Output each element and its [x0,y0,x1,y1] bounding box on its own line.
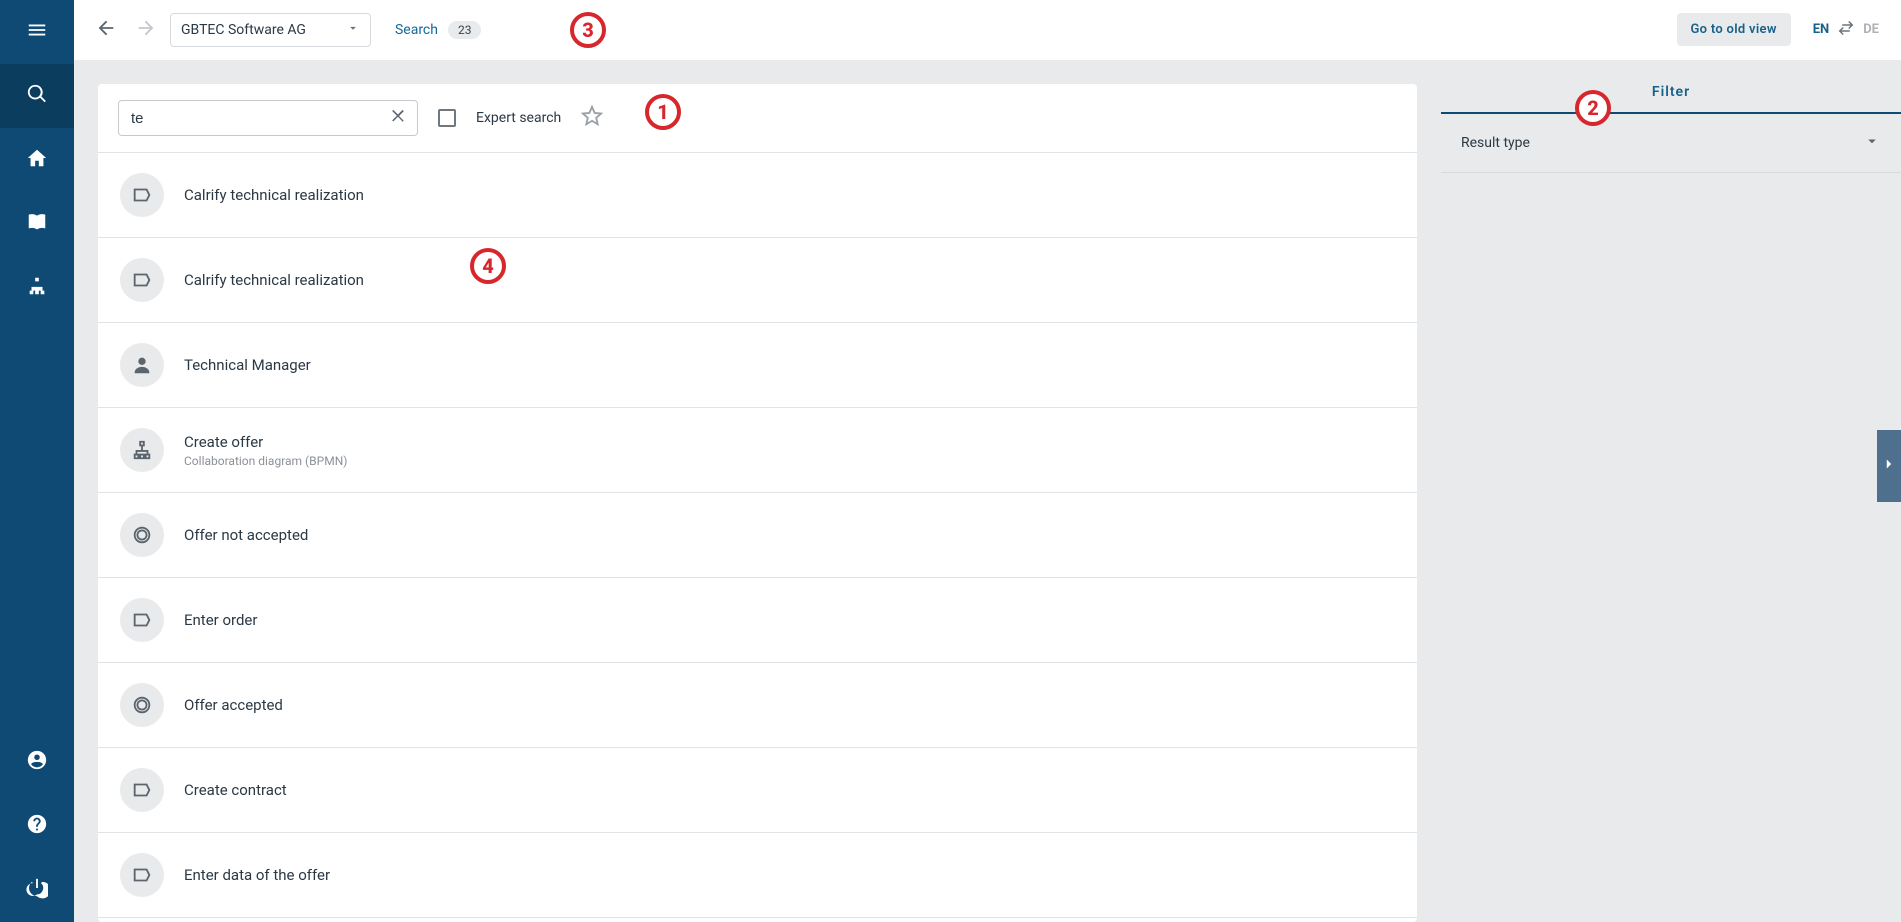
result-text: Offer not accepted [184,526,308,544]
rail-search[interactable] [0,64,74,128]
go-to-old-view-button[interactable]: Go to old view [1677,13,1791,46]
arrow-right-icon [135,17,157,43]
nav-forward-button[interactable] [130,14,162,46]
nav-back-button[interactable] [90,14,122,46]
result-title: Offer not accepted [184,526,308,544]
left-rail [0,0,74,922]
result-type-icon [120,683,164,727]
rail-hierarchy[interactable] [0,256,74,320]
result-row[interactable]: Enter data of the offer [98,833,1417,918]
result-text: Enter data of the offer [184,866,330,884]
arrow-left-icon [95,17,117,43]
chevron-down-icon [1863,132,1881,154]
clear-search-button[interactable] [387,106,411,130]
menu-button[interactable] [0,0,74,64]
result-type-icon [120,853,164,897]
result-title: Create offer [184,433,347,451]
search-row: Expert search [98,84,1417,153]
result-text: Calrify technical realization [184,271,364,289]
result-text: Offer accepted [184,696,283,714]
star-icon [581,115,603,131]
filter-section-result-type[interactable]: Result type [1441,114,1901,173]
result-title: Enter data of the offer [184,866,330,884]
result-title: Offer accepted [184,696,283,714]
result-text: Create offer Collaboration diagram (BPMN… [184,433,347,468]
result-type-icon [120,173,164,217]
rail-account[interactable] [0,730,74,794]
hierarchy-icon [26,275,48,301]
collapse-handle[interactable] [1877,430,1901,502]
result-title: Create contract [184,781,287,799]
result-type-icon [120,258,164,302]
breadcrumb-label: Search [395,22,438,38]
rail-power[interactable] [0,858,74,922]
result-title: Enter order [184,611,257,629]
results-list[interactable]: Calrify technical realization Calrify te… [98,153,1417,922]
result-row[interactable]: Calrify technical realization [98,238,1417,323]
result-type-icon [120,343,164,387]
result-title: Calrify technical realization [184,271,364,289]
expert-search-label: Expert search [476,110,561,126]
close-icon [390,107,408,129]
result-text: Enter order [184,611,257,629]
result-title: Technical Manager [184,356,311,374]
breadcrumb[interactable]: Search 23 [395,21,482,39]
power-icon [26,877,48,903]
result-type-icon [120,768,164,812]
rail-help[interactable] [0,794,74,858]
topbar: GBTEC Software AG Search 23 Go to old vi… [74,0,1901,60]
lang-de[interactable]: DE [1863,22,1879,37]
result-text: Technical Manager [184,356,311,374]
book-icon [26,211,48,237]
favorite-search-button[interactable] [581,105,603,131]
result-type-icon [120,598,164,642]
filter-panel: Filter Result type [1441,60,1901,922]
swap-icon[interactable] [1835,19,1857,41]
workspace-select[interactable]: GBTEC Software AG [170,13,371,47]
lang-en[interactable]: EN [1813,22,1830,37]
chevron-right-icon [1880,455,1898,477]
filter-tabs: Filter [1441,84,1901,114]
account-icon [26,749,48,775]
result-row[interactable]: Enter order [98,578,1417,663]
result-row[interactable]: Create contract [98,748,1417,833]
result-text: Calrify technical realization [184,186,364,204]
breadcrumb-count: 23 [448,21,482,39]
rail-catalog[interactable] [0,192,74,256]
result-type-icon [120,428,164,472]
result-row[interactable]: Create offer Collaboration diagram (BPMN… [98,408,1417,493]
caret-down-icon [346,21,360,39]
home-icon [26,147,48,173]
rail-home[interactable] [0,128,74,192]
filter-tab[interactable]: Filter [1652,84,1690,100]
workspace-name: GBTEC Software AG [181,22,306,38]
menu-icon [26,19,48,45]
result-row[interactable]: Calrify technical realization [98,153,1417,238]
workspace: Expert search Calrify technical realizat… [74,60,1901,922]
result-row[interactable]: Offer accepted [98,663,1417,748]
search-input[interactable] [119,101,417,135]
expert-search-checkbox[interactable] [438,109,456,127]
filter-section-label: Result type [1461,135,1530,151]
search-card: Expert search Calrify technical realizat… [98,84,1417,922]
result-text: Create contract [184,781,287,799]
result-row[interactable]: New offer created [98,918,1417,922]
result-row[interactable]: Offer not accepted [98,493,1417,578]
result-type-icon [120,513,164,557]
result-row[interactable]: Technical Manager [98,323,1417,408]
result-subtitle: Collaboration diagram (BPMN) [184,454,347,468]
help-icon [26,813,48,839]
search-icon [26,83,48,109]
search-box [118,100,418,136]
result-title: Calrify technical realization [184,186,364,204]
